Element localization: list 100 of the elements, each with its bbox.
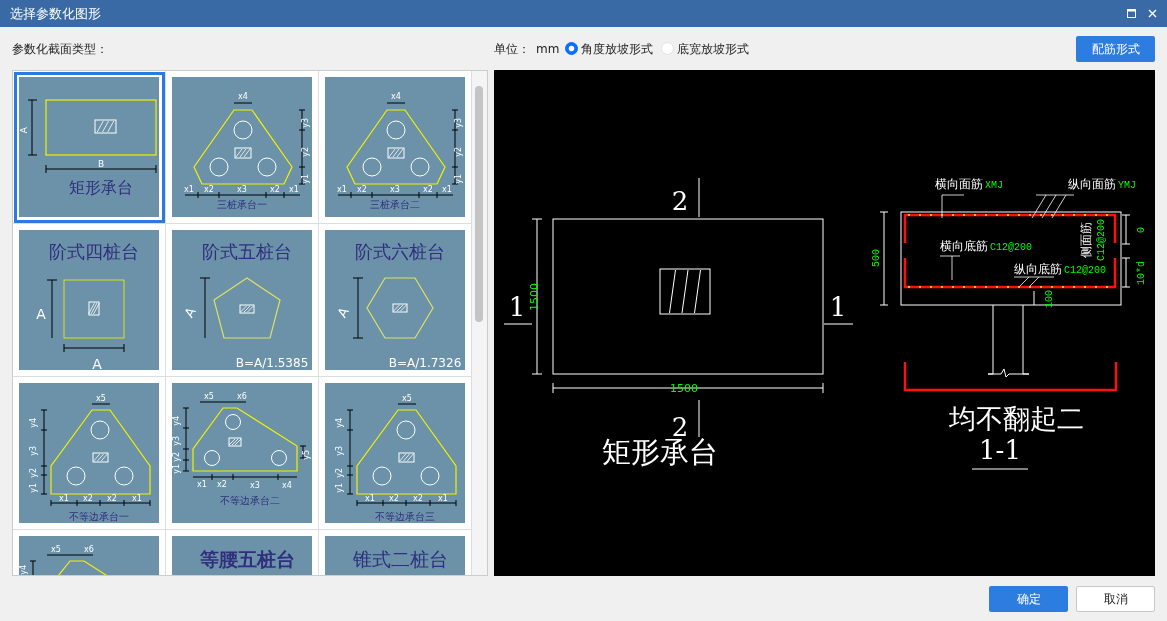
- dimension-label: y4: [19, 564, 28, 575]
- section-mark: 1: [829, 292, 847, 322]
- close-icon[interactable]: [1148, 9, 1157, 18]
- rebar-spec: C12@200: [1096, 219, 1107, 261]
- dimension-label: A: [181, 304, 199, 320]
- rebar-callout-label: 横向面筋: [935, 177, 983, 191]
- dimension-label: x1: [132, 493, 142, 503]
- dimension-label: 100: [1044, 290, 1055, 308]
- section-caption: 均不翻起二: [948, 403, 1084, 434]
- maximize-icon[interactable]: [1127, 9, 1136, 18]
- slope-mode-label[interactable]: 角度放坡形式: [581, 39, 654, 58]
- dimension-label: y2: [301, 146, 310, 157]
- rebar-callout-label: 横向底筋: [940, 239, 988, 253]
- section-mark-line: [698, 399, 700, 438]
- rebar-callout-label: 侧面筋: [1079, 222, 1093, 258]
- dimension-label: x4: [238, 91, 248, 101]
- rebar-form-button[interactable]: 配筋形式: [1076, 35, 1155, 62]
- section-type-label: 参数化截面类型：: [12, 41, 108, 56]
- dimension-label: x2: [204, 184, 214, 194]
- dimension-label: x5: [96, 393, 106, 403]
- dimension-label: x2: [389, 493, 399, 503]
- dimension-label: y3: [335, 445, 344, 456]
- ok-button[interactable]: 确定: [989, 585, 1068, 612]
- dimension-label: y4: [335, 417, 344, 428]
- tile-title: 等腰五桩台: [199, 548, 295, 570]
- dimension-label: B=A/1.7326: [388, 356, 462, 370]
- dimension-label: A: [334, 304, 352, 320]
- tile-title: 阶式四桩台: [49, 241, 139, 262]
- section-label: 1-1: [979, 435, 1021, 465]
- dimension-label: x1: [289, 184, 299, 194]
- dimension-label: 1500: [670, 382, 698, 395]
- cancel-button[interactable]: 取消: [1076, 585, 1155, 612]
- section-type-tile[interactable]: 阶式六桩台 A B=A/1.7326: [319, 224, 472, 377]
- dimension-label: x2: [357, 184, 367, 194]
- section-mark-line: [823, 323, 854, 325]
- rebar-spec: C12@200: [990, 242, 1032, 253]
- unit-value: mm: [536, 40, 560, 58]
- dimension-label: x1: [365, 493, 375, 503]
- dimension-label: x3: [390, 184, 400, 194]
- dimension-label: x5: [204, 391, 214, 401]
- tile-caption: 不等边承台三: [375, 511, 435, 522]
- dimension-label: y2: [29, 467, 38, 478]
- dimension-label: x2: [217, 479, 227, 489]
- dimension-label: A: [36, 305, 46, 322]
- dimension-label: y3: [29, 445, 38, 456]
- dimension-label: x2: [423, 184, 433, 194]
- dimension-label: x2: [83, 493, 93, 503]
- dimension-label: y2: [172, 451, 181, 462]
- slope-mode-label[interactable]: 底宽放坡形式: [677, 39, 750, 58]
- section-type-tile[interactable]: A B 矩形承台: [13, 71, 166, 224]
- dimension-label: x1: [59, 493, 69, 503]
- dimension-label: x3: [237, 184, 247, 194]
- rebar-spec: C12@200: [1064, 265, 1106, 276]
- tile-caption: 矩形承台: [69, 178, 133, 197]
- rebar-spec: XMJ: [985, 180, 1003, 191]
- dimension-label: 1500: [528, 283, 541, 311]
- slope-mode-radio[interactable]: [565, 42, 579, 55]
- dimension-label: y3: [301, 117, 310, 128]
- dimension-label: y3: [454, 117, 463, 128]
- dimension-label: x1: [337, 184, 347, 194]
- dimension-label: x4: [391, 91, 401, 101]
- section-mark: 2: [671, 186, 689, 216]
- underline: [971, 468, 1029, 470]
- unit-label: 单位：: [494, 40, 530, 58]
- section-type-tile[interactable]: x5 y4 y3 y2 y1 x1 x2 x2 x1 不等边承台三: [319, 377, 472, 530]
- section-mark: 1: [508, 292, 526, 322]
- dimension-label: y1: [301, 173, 310, 184]
- dimension-label: y1: [29, 482, 38, 493]
- dimension-label: x1: [442, 184, 452, 194]
- dimension-label: 0: [1136, 227, 1147, 233]
- dimension-label: y4: [29, 417, 38, 428]
- dimension-label: 500: [871, 249, 882, 267]
- rebar-spec: YMJ: [1118, 180, 1136, 191]
- dimension-label: y2: [335, 467, 344, 478]
- dimension-label: y5: [302, 449, 311, 460]
- dimension-label: B: [97, 159, 105, 170]
- dimension-label: x2: [107, 493, 117, 503]
- dimension-label: x1: [438, 493, 448, 503]
- dimension-label: 10*d: [1136, 261, 1147, 285]
- dimension-label: x2: [270, 184, 280, 194]
- scrollbar[interactable]: [472, 71, 487, 575]
- section-type-tile[interactable]: 阶式四桩台 A A: [13, 224, 166, 377]
- tile-title: 阶式六桩台: [355, 241, 445, 262]
- section-mark-line: [503, 323, 533, 325]
- dimension-label: x6: [84, 544, 94, 554]
- dimension-label: y1: [172, 463, 181, 474]
- tile-title: 锥式二桩台: [352, 548, 448, 570]
- tile-title: 阶式五桩台: [202, 241, 292, 262]
- dimension-label: A: [19, 127, 29, 134]
- dimension-label: y3: [172, 435, 181, 446]
- dimension-label: y2: [454, 146, 463, 157]
- section-mark-line: [698, 177, 700, 218]
- dimension-label: A: [92, 355, 102, 370]
- dimension-label: y1: [335, 482, 344, 493]
- dimension-label: x4: [282, 480, 292, 490]
- dimension-label: x1: [184, 184, 194, 194]
- dimension-label: x5: [51, 544, 61, 554]
- section-type-tile[interactable]: 阶式五桩台 A B=A/1.5385: [166, 224, 319, 377]
- dimension-label: x5: [402, 393, 412, 403]
- scrollbar-thumb[interactable]: [475, 86, 483, 322]
